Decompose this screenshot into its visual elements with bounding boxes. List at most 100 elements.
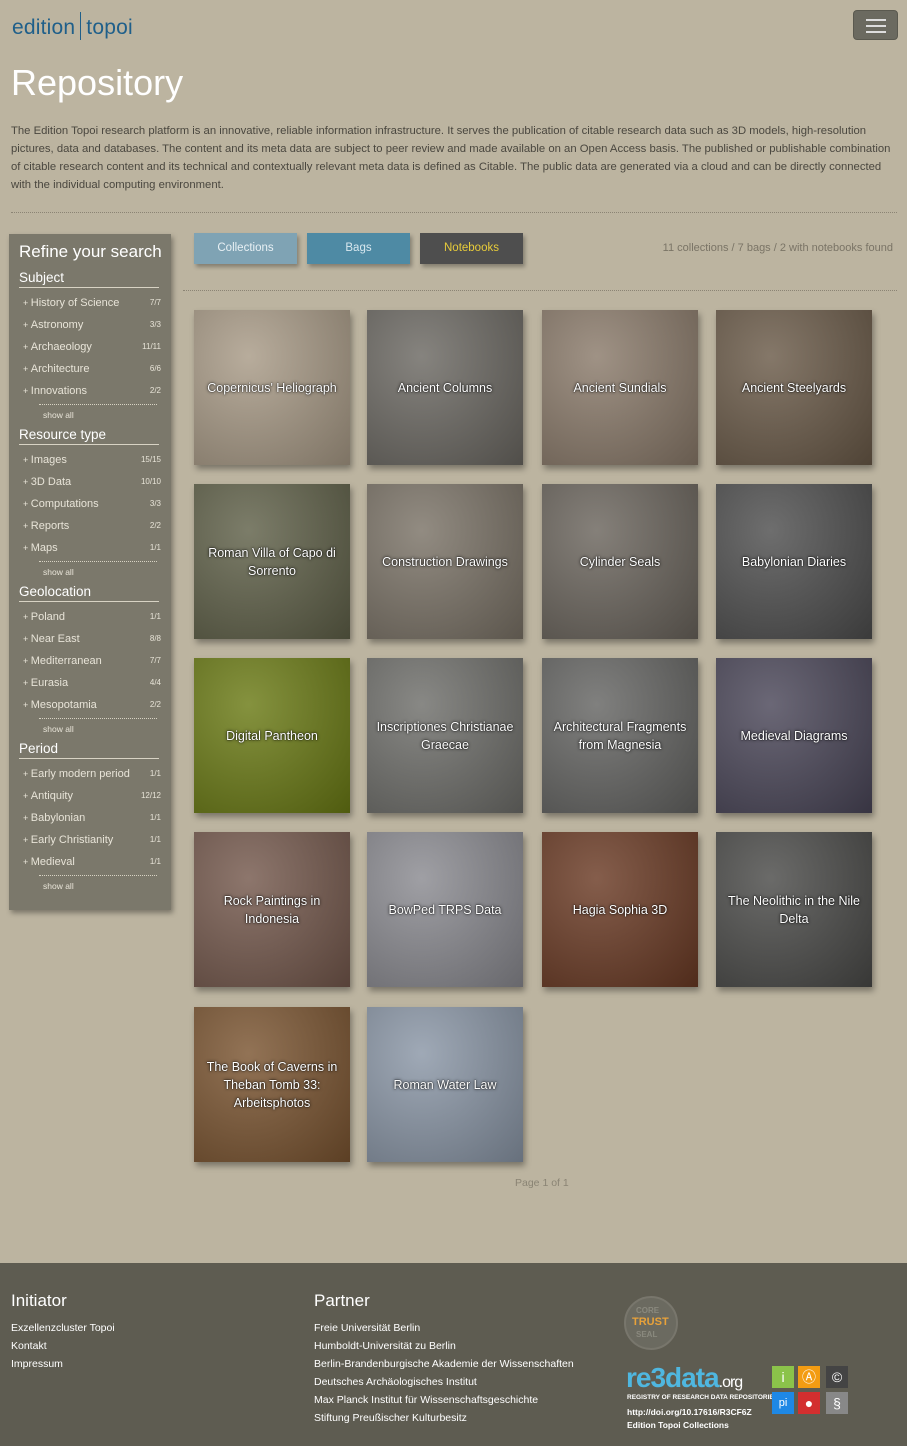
- show-all-link[interactable]: show all: [43, 564, 171, 580]
- tab-bags[interactable]: Bags: [307, 233, 410, 264]
- facet-title: Period: [19, 741, 159, 759]
- facet-item-label: Antiquity: [23, 790, 73, 802]
- tab-notebooks[interactable]: Notebooks: [420, 233, 523, 264]
- facet-item[interactable]: Reports 2/2: [23, 515, 161, 537]
- collection-tile[interactable]: Hagia Sophia 3D: [542, 832, 698, 987]
- collection-tile[interactable]: Construction Drawings: [367, 484, 523, 639]
- doi-link[interactable]: http://doi.org/10.17616/R3CF6Z: [627, 1407, 752, 1417]
- seal-text: SEAL: [636, 1330, 658, 1339]
- footer-link[interactable]: Stiftung Preußischer Kulturbesitz: [314, 1409, 574, 1427]
- facet-item[interactable]: History of Science 7/7: [23, 292, 161, 314]
- facet-item-label: Astronomy: [23, 319, 83, 331]
- facet-item[interactable]: Antiquity 12/12: [23, 785, 161, 807]
- collection-tile[interactable]: Ancient Steelyards: [716, 310, 872, 465]
- footer-link[interactable]: Max Planck Institut für Wissenschaftsges…: [314, 1391, 574, 1409]
- re3data-subtitle: REGISTRY OF RESEARCH DATA REPOSITORIES: [627, 1394, 779, 1401]
- facet-item-label: Early modern period: [23, 768, 130, 780]
- facet-item-count: 1/1: [149, 543, 161, 552]
- tile-title: Cylinder Seals: [579, 554, 661, 569]
- facet-item-label: Archaeology: [23, 341, 92, 353]
- facet-item[interactable]: Architecture 6/6: [23, 358, 161, 380]
- footer-link[interactable]: Humboldt-Universität zu Berlin: [314, 1337, 574, 1355]
- facet-item-label: Images: [23, 454, 67, 466]
- facet-item[interactable]: Computations 3/3: [23, 493, 161, 515]
- facet-item[interactable]: Innovations 2/2: [23, 380, 161, 402]
- facet-item[interactable]: Early Christianity 1/1: [23, 829, 161, 851]
- initiator-heading: Initiator: [11, 1291, 67, 1310]
- collection-tile[interactable]: Roman Villa of Capo di Sorrento: [194, 484, 350, 639]
- footer-link[interactable]: Exzellenzcluster Topoi: [11, 1319, 115, 1337]
- facet-item[interactable]: Images 15/15: [23, 449, 161, 471]
- facet-item-label: Reports: [23, 520, 69, 532]
- record-icon[interactable]: ●: [798, 1392, 820, 1414]
- collection-tile[interactable]: The Neolithic in the Nile Delta: [716, 832, 872, 987]
- initiator-links: Exzellenzcluster Topoi Kontakt Impressum: [11, 1319, 115, 1373]
- divider: [183, 290, 897, 291]
- facet-item-label: Early Christianity: [23, 834, 113, 846]
- facet-item[interactable]: Maps 1/1: [23, 537, 161, 559]
- facet-item[interactable]: Medieval 1/1: [23, 851, 161, 873]
- facet-item[interactable]: Near East 8/8: [23, 628, 161, 650]
- collection-tile[interactable]: Medieval Diagrams: [716, 658, 872, 813]
- facet-item-count: 15/15: [140, 455, 161, 464]
- collection-tile[interactable]: Rock Paintings in Indonesia: [194, 832, 350, 987]
- collection-tile[interactable]: Ancient Columns: [367, 310, 523, 465]
- divider: [39, 561, 157, 562]
- edition-topoi-logo[interactable]: edition topoi: [12, 12, 133, 40]
- tile-title: BowPed TRPS Data: [388, 902, 502, 917]
- hamburger-bar: [866, 25, 886, 27]
- facet-item[interactable]: Eurasia 4/4: [23, 672, 161, 694]
- tile-title: The Neolithic in the Nile Delta: [727, 893, 860, 926]
- footer-link[interactable]: Deutsches Archäologisches Institut: [314, 1373, 574, 1391]
- collection-tile[interactable]: Cylinder Seals: [542, 484, 698, 639]
- collection-tile[interactable]: The Book of Caverns in Theban Tomb 33: A…: [194, 1007, 350, 1162]
- collection-tile[interactable]: BowPed TRPS Data: [367, 832, 523, 987]
- facet-item[interactable]: Astronomy 3/3: [23, 314, 161, 336]
- core-trust-seal-logo[interactable]: CORE TRUST SEAL: [624, 1296, 678, 1350]
- sidebar-title: Refine your search: [19, 242, 162, 261]
- refine-search-sidebar: Refine your search Subject History of Sci…: [9, 234, 171, 910]
- facet-group: Resource type Images 15/15 3D Data 10/10 Comp…: [9, 427, 171, 580]
- hamburger-bar: [866, 19, 886, 21]
- collection-tile[interactable]: Digital Pantheon: [194, 658, 350, 813]
- divider: [11, 212, 897, 213]
- copyright-icon[interactable]: ©: [826, 1366, 848, 1388]
- collection-tile[interactable]: Roman Water Law: [367, 1007, 523, 1162]
- logo-left-text: edition: [12, 16, 76, 39]
- collection-tile[interactable]: Inscriptiones Christianae Graecae: [367, 658, 523, 813]
- footer-link[interactable]: Freie Universität Berlin: [314, 1319, 574, 1337]
- pi-icon[interactable]: pi: [772, 1392, 794, 1414]
- facet-item-count: 2/2: [149, 700, 161, 709]
- footer-link[interactable]: Impressum: [11, 1355, 115, 1373]
- facet-item[interactable]: 3D Data 10/10: [23, 471, 161, 493]
- facet-item[interactable]: Early modern period 1/1: [23, 763, 161, 785]
- collection-tile[interactable]: Babylonian Diaries: [716, 484, 872, 639]
- collection-tile[interactable]: Copernicus' Heliograph: [194, 310, 350, 465]
- re3data-logo[interactable]: re3data.org: [626, 1362, 743, 1394]
- collection-tile[interactable]: Architectural Fragments from Magnesia: [542, 658, 698, 813]
- doi-label: Edition Topoi Collections: [627, 1420, 729, 1430]
- show-all-link[interactable]: show all: [43, 721, 171, 737]
- hamburger-icon[interactable]: [853, 10, 898, 40]
- seal-text: TRUST: [632, 1316, 669, 1328]
- footer-link[interactable]: Berlin-Brandenburgische Akademie der Wis…: [314, 1355, 574, 1373]
- facet-item-label: Mediterranean: [23, 655, 102, 667]
- facet-item[interactable]: Poland 1/1: [23, 606, 161, 628]
- facet-item-count: 3/3: [149, 320, 161, 329]
- show-all-link[interactable]: show all: [43, 407, 171, 423]
- open-access-icon[interactable]: Ⓐ: [798, 1366, 820, 1388]
- collection-tile[interactable]: Ancient Sundials: [542, 310, 698, 465]
- pager: Page 1 of 1: [515, 1177, 569, 1189]
- show-all-link[interactable]: show all: [43, 878, 171, 894]
- tile-title: Medieval Diagrams: [740, 728, 848, 743]
- facet-item[interactable]: Babylonian 1/1: [23, 807, 161, 829]
- tile-title: Ancient Sundials: [573, 380, 667, 395]
- facet-item[interactable]: Archaeology 11/11: [23, 336, 161, 358]
- facet-item[interactable]: Mesopotamia 2/2: [23, 694, 161, 716]
- section-icon[interactable]: §: [826, 1392, 848, 1414]
- footer-link[interactable]: Kontakt: [11, 1337, 115, 1355]
- facet-group: Period Early modern period 1/1 Antiquity 12/…: [9, 741, 171, 894]
- tab-collections[interactable]: Collections: [194, 233, 297, 264]
- facet-item[interactable]: Mediterranean 7/7: [23, 650, 161, 672]
- info-icon[interactable]: i: [772, 1366, 794, 1388]
